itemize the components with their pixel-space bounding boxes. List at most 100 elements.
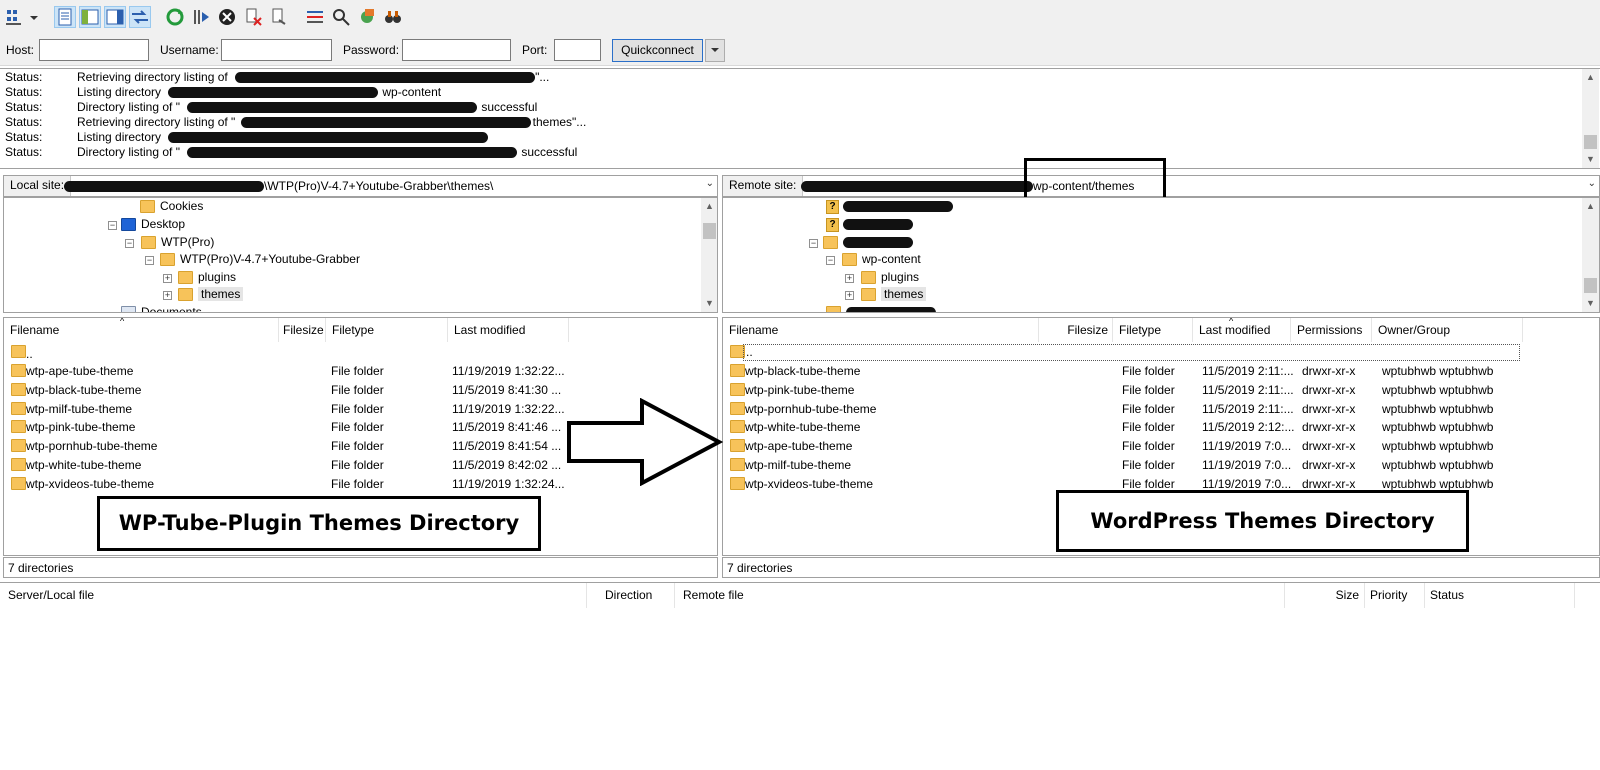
tree-node-themes[interactable]: themes — [178, 286, 244, 303]
folder-icon — [826, 306, 841, 312]
tree-node-documents[interactable]: Documents — [121, 304, 202, 312]
scroll-up-icon[interactable]: ▲ — [1582, 69, 1599, 86]
quickconnect-dropdown[interactable] — [705, 39, 725, 62]
column-header-size[interactable]: Size — [1285, 583, 1365, 608]
toggle-remote-tree-icon[interactable] — [104, 6, 126, 28]
file-row-parent[interactable]: .. — [4, 343, 714, 361]
file-row[interactable]: wtp-black-tube-theme File folder 11/5/2019… — [4, 381, 714, 399]
column-header-owner-group[interactable]: Owner/Group — [1372, 318, 1523, 342]
toggle-log-icon[interactable] — [54, 6, 76, 28]
expand-icon[interactable]: + — [845, 274, 854, 283]
scroll-up-icon[interactable]: ▲ — [1582, 198, 1599, 215]
file-owner: wptubhwb wptubhwb — [1382, 364, 1494, 378]
scroll-down-icon[interactable]: ▼ — [701, 295, 717, 312]
sync-browse-icon[interactable] — [356, 6, 378, 28]
file-row[interactable]: wtp-ape-tube-theme File folder 11/19/2019 … — [4, 362, 714, 380]
tree-node-cookies[interactable]: Cookies — [140, 198, 203, 215]
column-header-permissions[interactable]: Permissions — [1291, 318, 1372, 342]
file-type: File folder — [1122, 401, 1175, 416]
log-row: Status: Listing directory wp-content — [5, 85, 442, 99]
remote-file-list: Filename Filesize Filetype Last modified… — [722, 317, 1600, 556]
file-row-parent[interactable]: .. — [723, 343, 1523, 361]
collapse-icon[interactable]: − — [809, 239, 818, 248]
column-header-status[interactable]: Status — [1425, 583, 1575, 608]
tree-node-wtp-grabber[interactable]: WTP(Pro)V-4.7+Youtube-Grabber — [160, 251, 360, 268]
column-header-last-modified[interactable]: Last modified — [1193, 318, 1291, 342]
scroll-thumb[interactable] — [1584, 135, 1597, 149]
file-row[interactable]: wtp-white-tube-theme File folder 11/5/2019… — [723, 418, 1523, 436]
username-input[interactable] — [221, 39, 332, 61]
filter-icon[interactable] — [304, 6, 326, 28]
port-input[interactable] — [554, 39, 601, 61]
file-row[interactable]: wtp-ape-tube-theme File folder 11/19/2019 … — [723, 437, 1523, 455]
reconnect-icon[interactable] — [268, 6, 290, 28]
tree-node-redacted[interactable]: ? — [826, 216, 913, 233]
file-type: File folder — [1122, 458, 1175, 472]
search-icon[interactable] — [382, 6, 404, 28]
file-name: wtp-white-tube-theme — [745, 420, 861, 435]
column-header-priority[interactable]: Priority — [1365, 583, 1425, 608]
file-modified: 11/19/2019 7:0... — [1202, 439, 1292, 454]
local-tree-scrollbar[interactable]: ▲ ▼ — [701, 198, 717, 312]
tree-node-redacted[interactable]: ? — [826, 198, 953, 215]
collapse-icon[interactable]: − — [125, 239, 134, 248]
scroll-thumb[interactable] — [1584, 278, 1597, 293]
password-input[interactable] — [402, 39, 511, 61]
scroll-down-icon[interactable]: ▼ — [1582, 295, 1599, 312]
tree-node-desktop[interactable]: Desktop — [121, 216, 185, 233]
collapse-icon[interactable]: − — [826, 256, 835, 265]
local-path[interactable]: \WTP(Pro)V-4.7+Youtube-Grabber\themes\ — [264, 179, 493, 193]
column-header-filename[interactable]: Filename — [4, 318, 279, 342]
host-input[interactable] — [39, 39, 149, 61]
tree-node-themes[interactable]: themes — [861, 286, 927, 303]
file-type: File folder — [1122, 439, 1175, 454]
toggle-queue-icon[interactable] — [129, 6, 151, 28]
tree-node-wp-content[interactable]: wp-content — [842, 251, 921, 268]
column-header-direction[interactable]: Direction — [587, 583, 675, 608]
expand-icon[interactable]: + — [163, 291, 172, 300]
tree-node-plugins[interactable]: plugins — [861, 269, 919, 286]
scroll-thumb[interactable] — [703, 223, 716, 239]
remote-tree-scrollbar[interactable]: ▲ ▼ — [1582, 198, 1599, 312]
compare-icon[interactable] — [330, 6, 352, 28]
tree-node-plugins[interactable]: plugins — [178, 269, 236, 286]
tree-node-redacted[interactable] — [823, 234, 913, 251]
local-site-bar[interactable]: Local site: \WTP(Pro)V-4.7+Youtube-Grabb… — [3, 175, 718, 197]
local-tree: Cookies − Desktop − WTP(Pro) − WTP(Pro)V… — [3, 197, 718, 313]
file-row[interactable]: wtp-black-tube-theme File folder 11/5/2019… — [723, 362, 1523, 380]
site-manager-icon[interactable] — [4, 6, 26, 28]
column-header-filesize[interactable]: Filesize — [1039, 318, 1113, 342]
chevron-down-icon[interactable] — [28, 6, 40, 28]
tree-node-redacted[interactable] — [826, 304, 936, 312]
column-header-remote-file[interactable]: Remote file — [675, 583, 1285, 608]
column-header-filename[interactable]: Filename — [723, 318, 1039, 342]
scroll-down-icon[interactable]: ▼ — [1582, 151, 1599, 168]
chevron-down-icon[interactable]: ⌄ — [706, 178, 714, 189]
folder-icon — [160, 253, 175, 267]
disconnect-icon[interactable] — [242, 6, 264, 28]
refresh-icon[interactable] — [164, 6, 186, 28]
process-queue-icon[interactable] — [190, 6, 212, 28]
file-row[interactable]: wtp-pornhub-tube-theme File folder 11/5/20… — [723, 400, 1523, 418]
column-header-filetype[interactable]: Filetype — [326, 318, 448, 342]
chevron-down-icon[interactable]: ⌄ — [1588, 178, 1596, 189]
folder-icon — [730, 439, 745, 453]
expand-icon[interactable]: + — [845, 291, 854, 300]
collapse-icon[interactable]: − — [108, 221, 117, 230]
tree-node-wtp-pro[interactable]: WTP(Pro) — [141, 234, 214, 251]
file-row[interactable]: wtp-milf-tube-theme File folder 11/19/2019… — [723, 456, 1523, 474]
cancel-icon[interactable] — [216, 6, 238, 28]
file-row[interactable]: wtp-pink-tube-theme File folder 11/5/2019 … — [723, 381, 1523, 399]
quickconnect-button[interactable]: Quickconnect — [612, 39, 703, 62]
file-type: File folder — [331, 458, 384, 472]
log-row: Status: Retrieving directory listing of "… — [5, 115, 587, 129]
toggle-local-tree-icon[interactable] — [79, 6, 101, 28]
expand-icon[interactable]: + — [163, 274, 172, 283]
scroll-up-icon[interactable]: ▲ — [701, 198, 717, 215]
column-header-filetype[interactable]: Filetype — [1113, 318, 1193, 342]
column-header-last-modified[interactable]: Last modified — [448, 318, 569, 342]
column-header-server-local-file[interactable]: Server/Local file — [0, 583, 587, 608]
column-header-filesize[interactable]: Filesize — [279, 318, 326, 342]
collapse-icon[interactable]: − — [145, 256, 154, 265]
log-scrollbar[interactable]: ▲ ▼ — [1582, 69, 1599, 168]
